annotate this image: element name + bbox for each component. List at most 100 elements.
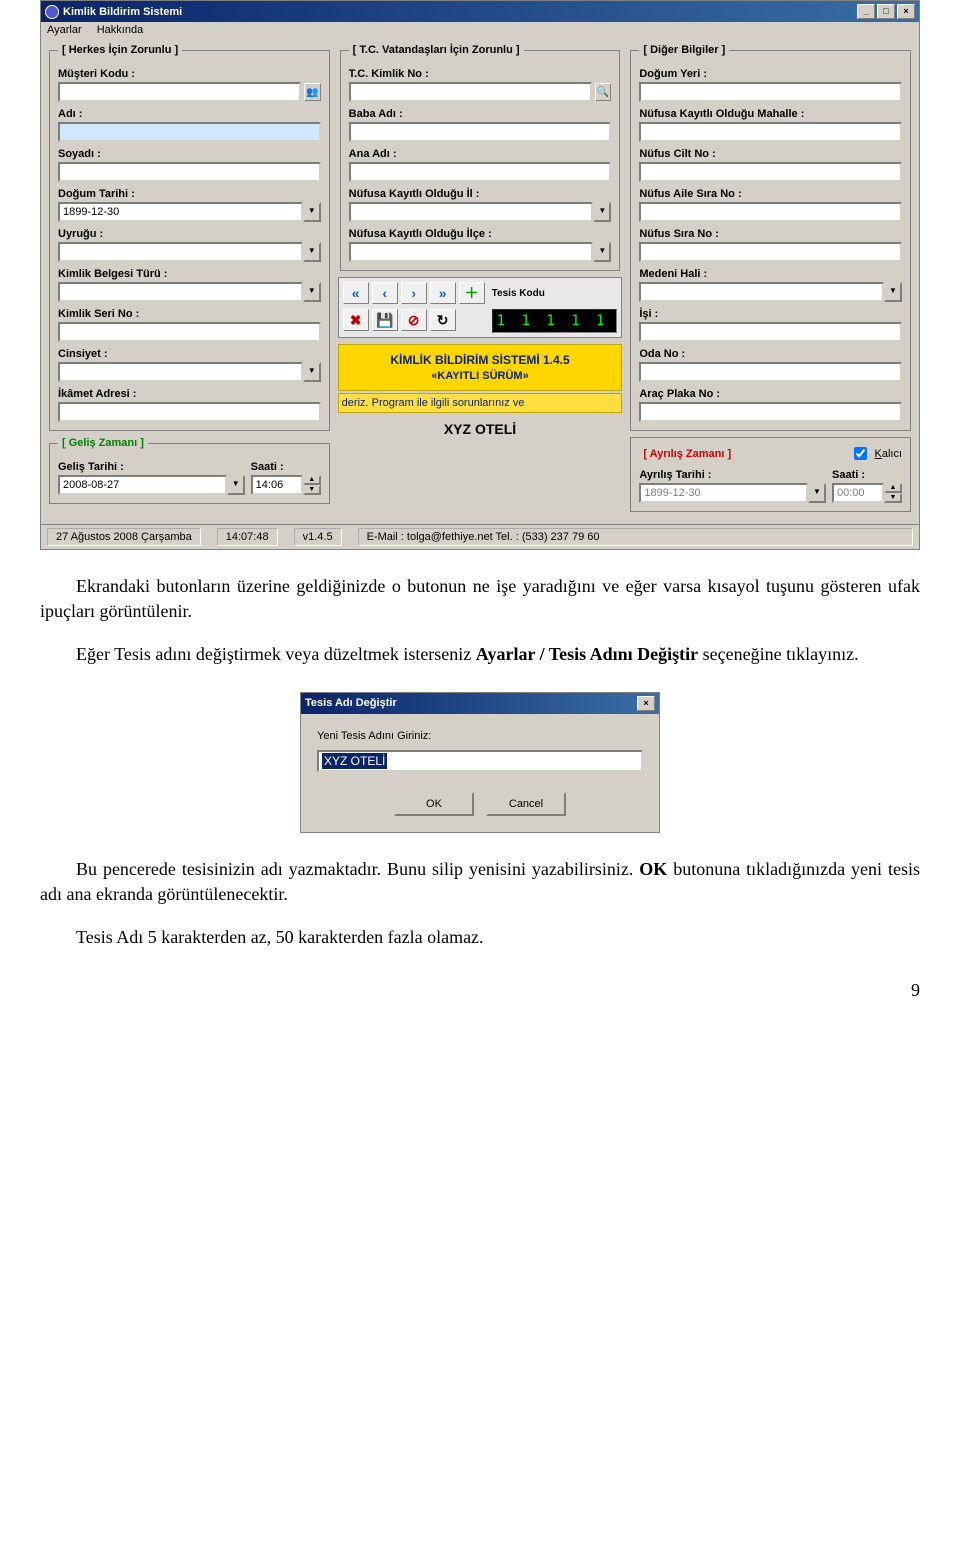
hotel-name: XYZ OTELİ [338, 421, 623, 437]
label-tc-kimlik-no: T.C. Kimlik No : [349, 68, 612, 80]
tesis-adi-dialog: Tesis Adı Değiştir × Yeni Tesis Adını Gi… [300, 692, 660, 833]
label-uyrugu: Uyruğu : [58, 228, 321, 240]
input-dogum-yeri[interactable] [639, 82, 902, 102]
input-uyrugu[interactable] [58, 242, 303, 262]
label-ayrilis-saati: Saati : [832, 469, 902, 481]
input-ana-adi[interactable] [349, 162, 612, 182]
input-arac-plaka-no[interactable] [639, 402, 902, 422]
kalici-checkbox-label[interactable]: Kalıcı [850, 444, 902, 463]
first-record-button[interactable]: « [343, 282, 369, 304]
input-kimlik-belge-turu[interactable] [58, 282, 303, 302]
input-musteri-kodu[interactable] [58, 82, 301, 102]
dropdown-icon[interactable]: ▼ [303, 282, 321, 302]
group-herkes: [ Herkes İçin Zorunlu ] Müşteri Kodu : 👥… [49, 44, 330, 431]
label-baba-adi: Baba Adı : [349, 108, 612, 120]
minimize-button[interactable]: _ [857, 4, 875, 19]
prev-record-button[interactable]: ‹ [372, 282, 398, 304]
legend-gelis: [ Geliş Zamanı ] [58, 437, 148, 449]
menu-hakkinda[interactable]: Hakkında [97, 24, 143, 36]
doc-p3: Bu pencerede tesisinizin adı yazmaktadır… [40, 857, 920, 907]
input-isi[interactable] [639, 322, 902, 342]
page-number: 9 [40, 980, 920, 1001]
cancel-button[interactable]: ⊘ [401, 309, 427, 331]
toolbar-panel: « ‹ › » ＋ Tesis Kodu ✖ 💾 ⊘ ↻ [338, 277, 623, 338]
next-record-button[interactable]: › [401, 282, 427, 304]
label-nufusa-ilce: Nüfusa Kayıtlı Olduğu İlçe : [349, 228, 612, 240]
group-gelis: [ Geliş Zamanı ] Geliş Tarihi : ▼ Saati … [49, 437, 330, 504]
maximize-button[interactable]: □ [877, 4, 895, 19]
dialog-cancel-button[interactable]: Cancel [486, 792, 566, 816]
label-arac-plaka-no: Araç Plaka No : [639, 388, 902, 400]
dropdown-icon[interactable]: ▼ [593, 242, 611, 262]
group-ayrilis: [ Ayrılış Zamanı ] Kalıcı Ayrılış Tarihi… [630, 437, 911, 512]
input-ikamet[interactable] [58, 402, 321, 422]
save-button[interactable]: 💾 [372, 309, 398, 331]
input-nufus-aile-sira-no[interactable] [639, 202, 902, 222]
input-soyadi[interactable] [58, 162, 321, 182]
input-ayrilis-tarihi[interactable] [639, 483, 808, 503]
banner-line1: KİMLİK BİLDİRİM SİSTEMİ 1.4.5 [390, 353, 569, 367]
window-title: Kimlik Bildirim Sistemi [63, 6, 182, 18]
input-gelis-tarihi[interactable] [58, 475, 227, 495]
input-nufusa-mahalle[interactable] [639, 122, 902, 142]
status-time: 14:07:48 [217, 528, 278, 546]
label-nufus-sira-no: Nüfus Sıra No : [639, 228, 902, 240]
input-nufus-sira-no[interactable] [639, 242, 902, 262]
label-ikamet: İkâmet Adresi : [58, 388, 321, 400]
kalici-checkbox[interactable] [854, 447, 867, 460]
label-adi: Adı : [58, 108, 321, 120]
menu-ayarlar[interactable]: Ayarlar [47, 24, 82, 36]
spinner-up-icon[interactable]: ▲ [303, 475, 321, 485]
input-kimlik-seri-no[interactable] [58, 322, 321, 342]
label-nufus-cilt-no: Nüfus Cilt No : [639, 148, 902, 160]
users-icon[interactable]: 👥 [304, 83, 321, 101]
dropdown-icon[interactable]: ▼ [303, 242, 321, 262]
spinner-up-icon[interactable]: ▲ [884, 483, 902, 493]
label-dogum-yeri: Doğum Yeri : [639, 68, 902, 80]
spinner-down-icon[interactable]: ▼ [884, 493, 902, 503]
input-ayrilis-saati[interactable] [832, 483, 884, 503]
label-gelis-tarihi: Geliş Tarihi : [58, 461, 245, 473]
dropdown-icon[interactable]: ▼ [808, 483, 826, 503]
dialog-input[interactable]: XYZ OTELİ [317, 750, 643, 772]
dropdown-icon[interactable]: ▼ [884, 282, 902, 302]
delete-button[interactable]: ✖ [343, 309, 369, 331]
doc-p2: Eğer Tesis adını değiştirmek veya düzelt… [40, 642, 920, 667]
version-banner: KİMLİK BİLDİRİM SİSTEMİ 1.4.5 «KAYITLI S… [338, 344, 623, 391]
last-record-button[interactable]: » [430, 282, 456, 304]
add-record-button[interactable]: ＋ [459, 282, 485, 304]
legend-tc: [ T.C. Vatandaşları İçin Zorunlu ] [349, 44, 524, 56]
input-tc-kimlik-no[interactable] [349, 82, 592, 102]
dialog-ok-button[interactable]: OK [394, 792, 474, 816]
label-nufusa-mahalle: Nüfusa Kayıtlı Olduğu Mahalle : [639, 108, 902, 120]
dropdown-icon[interactable]: ▼ [227, 475, 245, 495]
group-tc: [ T.C. Vatandaşları İçin Zorunlu ] T.C. … [340, 44, 621, 271]
dropdown-icon[interactable]: ▼ [303, 362, 321, 382]
lookup-icon[interactable]: 🔍 [595, 83, 612, 101]
input-baba-adi[interactable] [349, 122, 612, 142]
input-dogum-tarihi[interactable] [58, 202, 303, 222]
spinner-down-icon[interactable]: ▼ [303, 485, 321, 495]
dropdown-icon[interactable]: ▼ [593, 202, 611, 222]
input-adi[interactable] [58, 122, 321, 142]
label-gelis-saati: Saati : [251, 461, 321, 473]
label-ayrilis-tarihi: Ayrılış Tarihi : [639, 469, 826, 481]
tesis-kodu-display: 1 1 1 1 1 [492, 309, 618, 333]
status-bar: 27 Ağustos 2008 Çarşamba 14:07:48 v1.4.5… [41, 524, 919, 549]
input-oda-no[interactable] [639, 362, 902, 382]
input-nufusa-il[interactable] [349, 202, 594, 222]
title-bar: Kimlik Bildirim Sistemi _ □ × [41, 1, 919, 22]
banner-line2: «KAYITLI SÜRÜM» [343, 370, 618, 382]
input-nufusa-ilce[interactable] [349, 242, 594, 262]
input-medeni-hali[interactable] [639, 282, 884, 302]
status-date: 27 Ağustos 2008 Çarşamba [47, 528, 201, 546]
label-ana-adi: Ana Adı : [349, 148, 612, 160]
dropdown-icon[interactable]: ▼ [303, 202, 321, 222]
input-gelis-saati[interactable] [251, 475, 303, 495]
input-cinsiyet[interactable] [58, 362, 303, 382]
input-nufus-cilt-no[interactable] [639, 162, 902, 182]
refresh-button[interactable]: ↻ [430, 309, 456, 331]
doc-p1: Ekrandaki butonların üzerine geldiğinizd… [40, 574, 920, 624]
close-button[interactable]: × [897, 4, 915, 19]
dialog-close-button[interactable]: × [637, 696, 655, 711]
